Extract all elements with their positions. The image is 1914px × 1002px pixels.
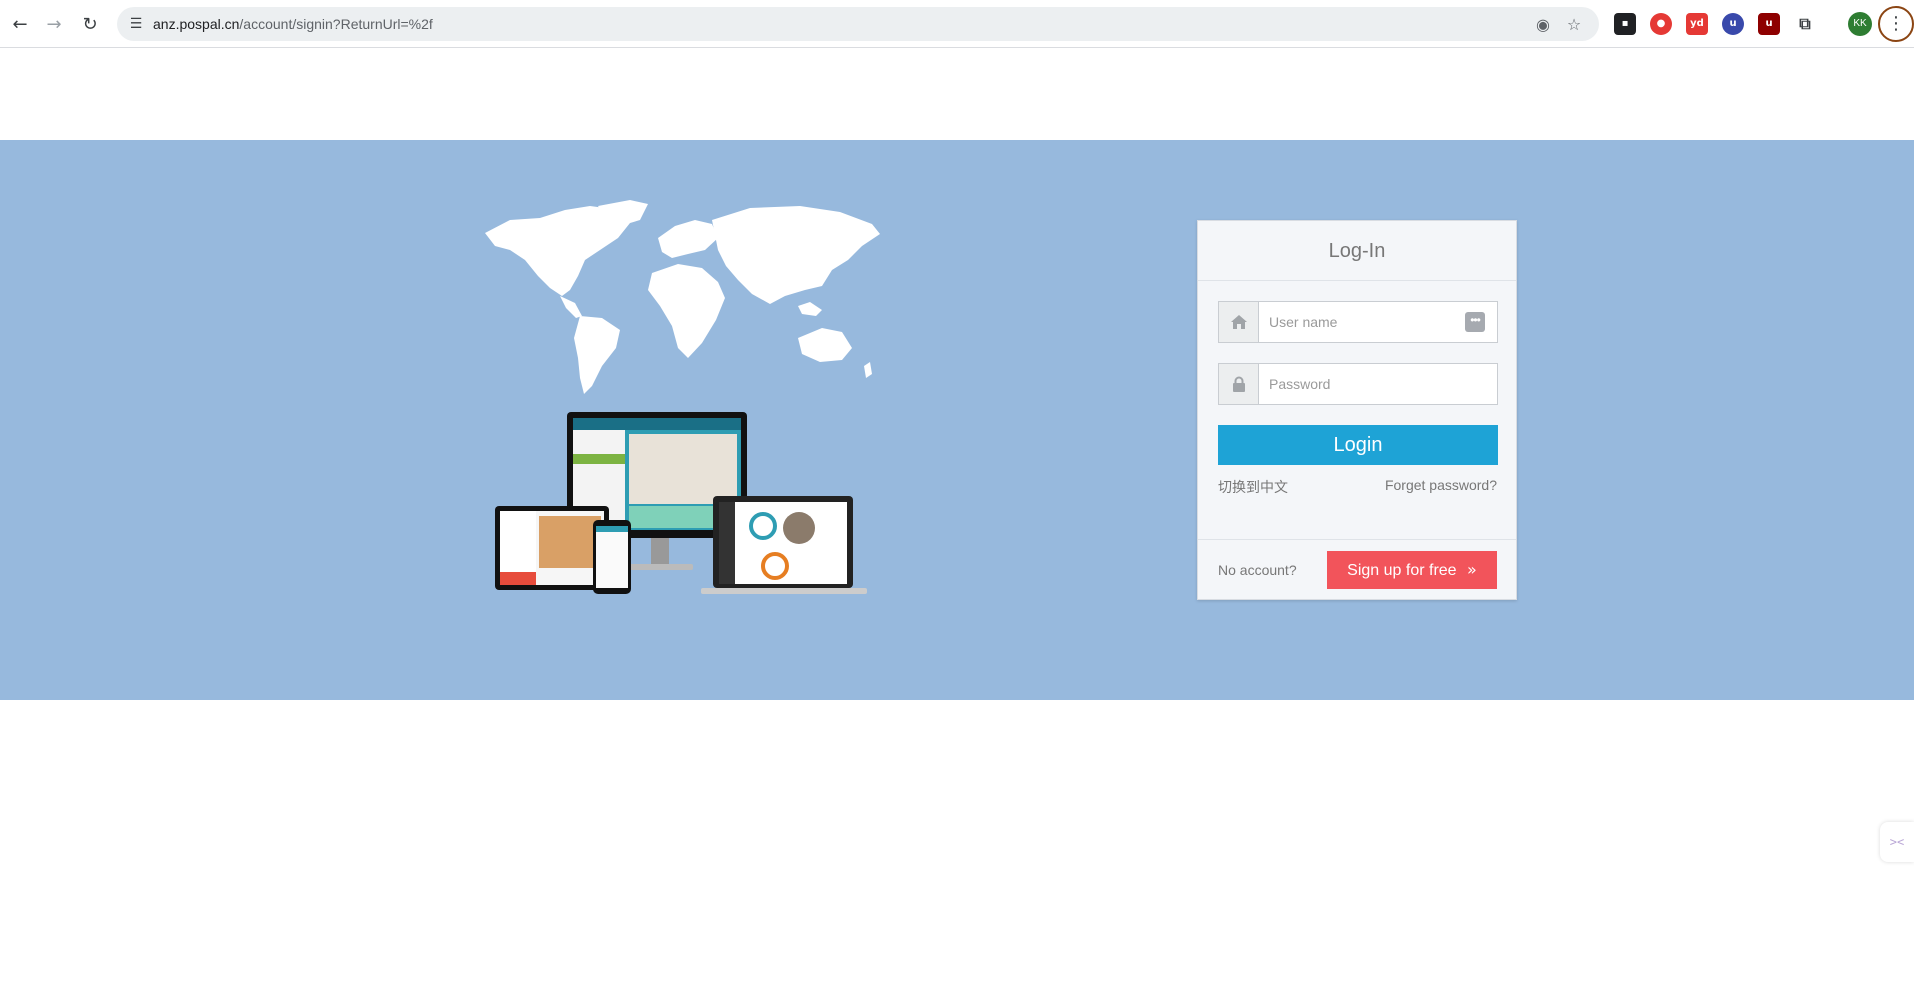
login-button[interactable]: Login (1218, 425, 1498, 465)
forward-icon[interactable]: → (40, 10, 68, 38)
world-map-image (485, 200, 880, 394)
extensions-puzzle-icon[interactable]: ⧉ (1794, 13, 1816, 35)
eye-icon[interactable]: ◉ (1533, 15, 1553, 35)
bookmark-star-icon[interactable]: ☆ (1564, 15, 1584, 35)
switch-language-link[interactable]: 切换到中文 (1218, 477, 1288, 497)
double-chevron-right-icon: » (1467, 560, 1477, 579)
url-path: /account/signin?ReturnUrl=%2f (239, 16, 433, 32)
youdao-extension-icon[interactable]: yd (1686, 13, 1708, 35)
extension-icon-1[interactable]: ▪ (1614, 13, 1636, 35)
address-bar[interactable]: ☰ anz.pospal.cn/account/signin?ReturnUrl… (117, 7, 1599, 41)
username-input[interactable] (1260, 302, 1497, 342)
reload-icon[interactable]: ↻ (76, 10, 104, 38)
floating-side-tab-icon[interactable]: >< (1880, 822, 1914, 862)
login-card: Log-In ••• Login 切换到中文 Forget password? … (1197, 220, 1517, 600)
profile-avatar[interactable]: KK (1848, 12, 1872, 36)
password-input[interactable] (1260, 364, 1497, 404)
no-account-label: No account? (1218, 562, 1297, 578)
ublock-extension-icon[interactable]: u (1722, 13, 1744, 35)
lock-icon (1219, 364, 1259, 404)
browser-toolbar: ← → ↻ ☰ anz.pospal.cn/account/signin?Ret… (0, 0, 1914, 48)
browser-menu-icon[interactable]: ⋮ (1878, 6, 1914, 42)
back-icon[interactable]: ← (6, 10, 34, 38)
forget-password-link[interactable]: Forget password? (1385, 477, 1497, 493)
signup-label: Sign up for free (1347, 562, 1457, 579)
password-manager-icon[interactable]: ••• (1465, 312, 1485, 332)
home-icon (1219, 302, 1259, 342)
password-field[interactable] (1218, 363, 1498, 405)
username-field[interactable]: ••• (1218, 301, 1498, 343)
site-info-icon[interactable]: ☰ (127, 15, 145, 33)
pos-devices-image (495, 412, 867, 594)
url-text[interactable]: anz.pospal.cn/account/signin?ReturnUrl=%… (153, 16, 433, 32)
ublock-origin-icon[interactable]: u (1758, 13, 1780, 35)
login-card-footer: No account? Sign up for free » (1198, 539, 1516, 599)
url-host: anz.pospal.cn (153, 16, 240, 32)
extension-icon-2[interactable]: ● (1650, 13, 1672, 35)
login-title: Log-In (1198, 221, 1516, 281)
hero-banner (0, 140, 1914, 700)
signup-button[interactable]: Sign up for free » (1327, 551, 1497, 589)
